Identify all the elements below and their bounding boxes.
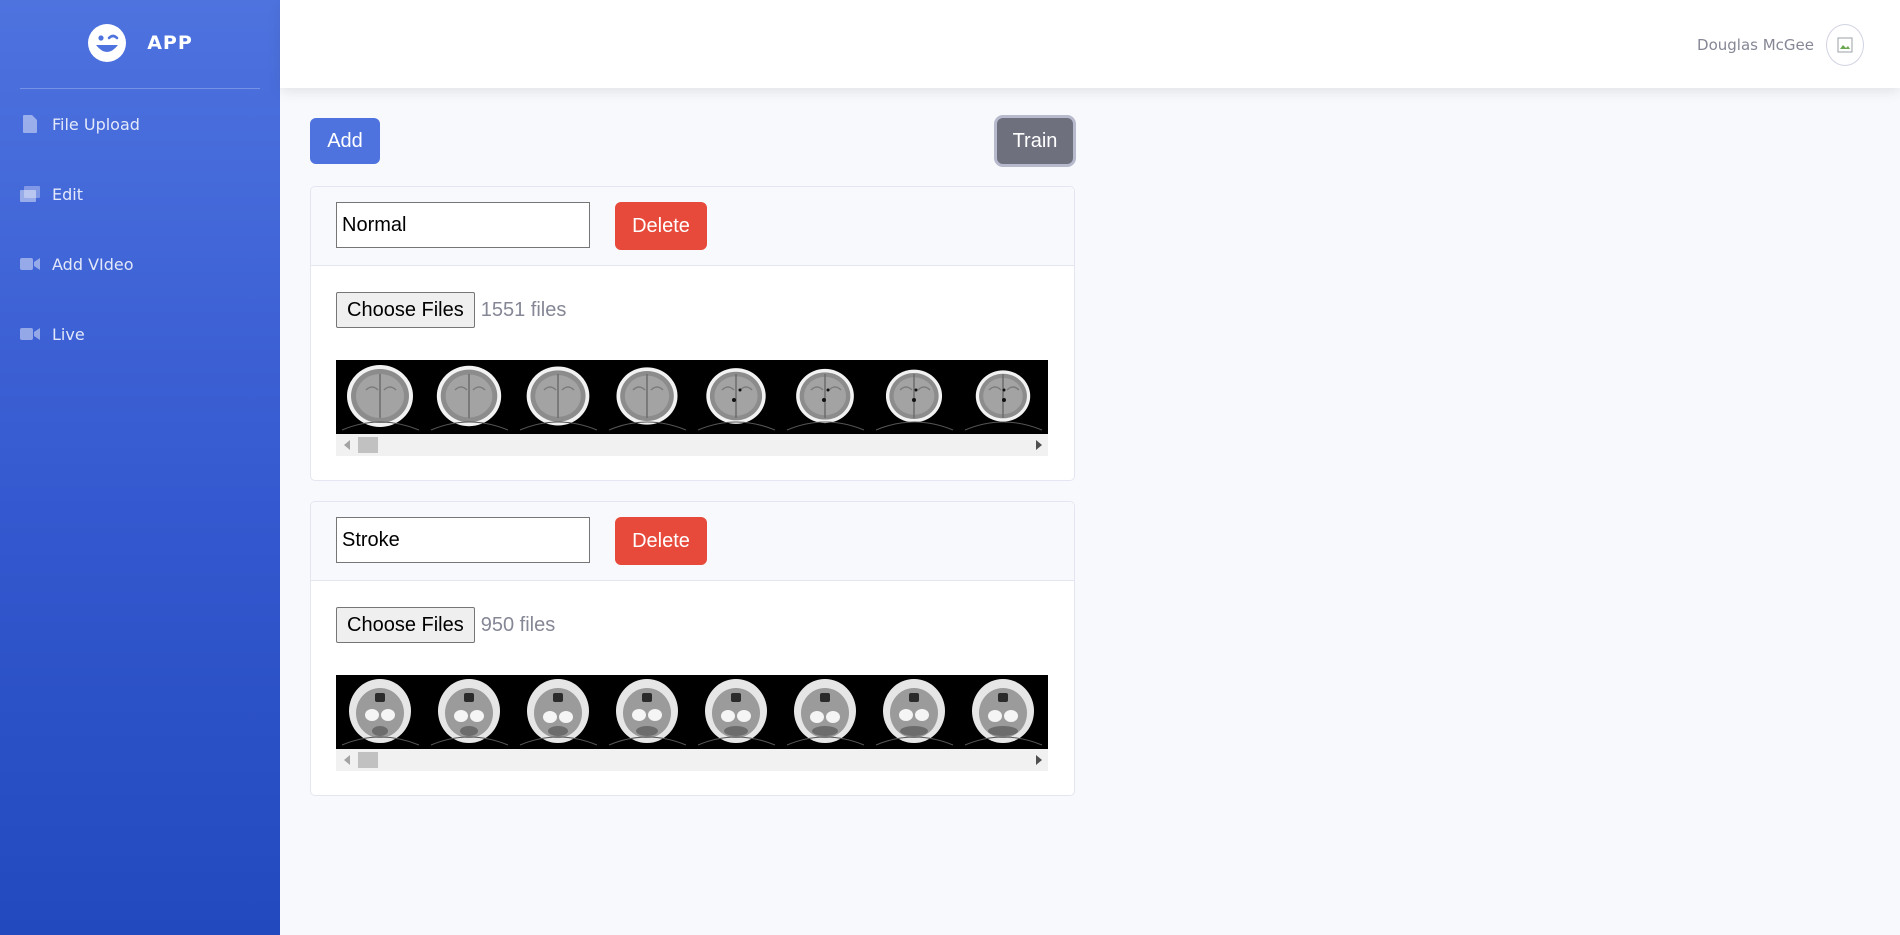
thumbnail-strip[interactable] xyxy=(336,360,1048,456)
ct-scan-thumbnail xyxy=(781,675,870,749)
delete-button[interactable]: Delete xyxy=(615,202,707,250)
sidebar-item-add-video[interactable]: Add VIdeo xyxy=(0,229,280,299)
file-input[interactable]: Choose Files 950 files xyxy=(336,607,555,643)
ct-scan-thumbnail xyxy=(603,675,692,749)
thumbnail-row xyxy=(336,675,1048,749)
horizontal-scrollbar[interactable] xyxy=(336,749,1048,771)
file-input[interactable]: Choose Files 1551 files xyxy=(336,292,566,328)
class-card: Delete Choose Files 1551 files xyxy=(310,186,1075,481)
ct-scan-thumbnail xyxy=(959,360,1048,434)
delete-button[interactable]: Delete xyxy=(615,517,707,565)
scroll-right-arrow-icon[interactable] xyxy=(1036,440,1042,450)
sidebar-item-edit[interactable]: Edit xyxy=(0,159,280,229)
scroll-right-arrow-icon[interactable] xyxy=(1036,755,1042,765)
ct-scan-thumbnail xyxy=(603,360,692,434)
card-body: Choose Files 1551 files xyxy=(311,266,1074,480)
class-label-input[interactable] xyxy=(336,517,590,563)
choose-files-button[interactable]: Choose Files xyxy=(336,292,475,328)
ct-scan-thumbnail xyxy=(514,360,603,434)
train-button[interactable]: Train xyxy=(997,118,1073,164)
user-name: Douglas McGee xyxy=(1697,36,1814,54)
sidebar-item-label: File Upload xyxy=(52,114,140,134)
sidebar-item-file-upload[interactable]: File Upload xyxy=(0,89,280,159)
ct-scan-thumbnail xyxy=(336,360,425,434)
choose-files-button[interactable]: Choose Files xyxy=(336,607,475,643)
sidebar: APP File Upload Edit Add VIdeo Live xyxy=(0,0,280,935)
ct-scan-thumbnail xyxy=(959,675,1048,749)
video-camera-icon xyxy=(20,254,40,274)
card-header: Delete xyxy=(311,187,1074,266)
ct-scan-thumbnail xyxy=(514,675,603,749)
file-count: 1551 files xyxy=(480,298,567,321)
add-button[interactable]: Add xyxy=(310,118,380,164)
scroll-left-arrow-icon[interactable] xyxy=(344,440,350,450)
user-menu[interactable]: Douglas McGee xyxy=(1697,24,1864,66)
file-icon xyxy=(20,114,40,134)
ct-scan-thumbnail xyxy=(692,675,781,749)
ct-scan-thumbnail xyxy=(336,675,425,749)
sidebar-item-label: Edit xyxy=(52,184,83,204)
images-icon xyxy=(20,184,40,204)
ct-scan-thumbnail xyxy=(781,360,870,434)
thumbnail-strip[interactable] xyxy=(336,675,1048,771)
ct-scan-thumbnail xyxy=(425,675,514,749)
class-card: Delete Choose Files 950 files xyxy=(310,501,1075,796)
avatar[interactable] xyxy=(1826,24,1864,66)
card-header: Delete xyxy=(311,502,1074,581)
sidebar-nav: File Upload Edit Add VIdeo Live xyxy=(0,89,280,369)
ct-scan-thumbnail xyxy=(425,360,514,434)
brand[interactable]: APP xyxy=(0,0,280,86)
ct-scan-thumbnail xyxy=(870,675,959,749)
sidebar-item-live[interactable]: Live xyxy=(0,299,280,369)
thumbnail-row xyxy=(336,360,1048,434)
video-camera-icon xyxy=(20,324,40,344)
horizontal-scrollbar[interactable] xyxy=(336,434,1048,456)
broken-image-icon xyxy=(1837,37,1853,53)
brand-name: APP xyxy=(147,32,193,54)
ct-scan-thumbnail xyxy=(870,360,959,434)
sidebar-item-label: Add VIdeo xyxy=(52,254,134,274)
laugh-wink-icon xyxy=(87,23,127,63)
card-body: Choose Files 950 files xyxy=(311,581,1074,795)
scroll-left-arrow-icon[interactable] xyxy=(344,755,350,765)
ct-scan-thumbnail xyxy=(692,360,781,434)
sidebar-item-label: Live xyxy=(52,324,85,344)
topbar: Douglas McGee xyxy=(280,0,1900,88)
scroll-thumb[interactable] xyxy=(358,752,378,768)
class-label-input[interactable] xyxy=(336,202,590,248)
scroll-thumb[interactable] xyxy=(358,437,378,453)
file-count: 950 files xyxy=(480,613,556,636)
